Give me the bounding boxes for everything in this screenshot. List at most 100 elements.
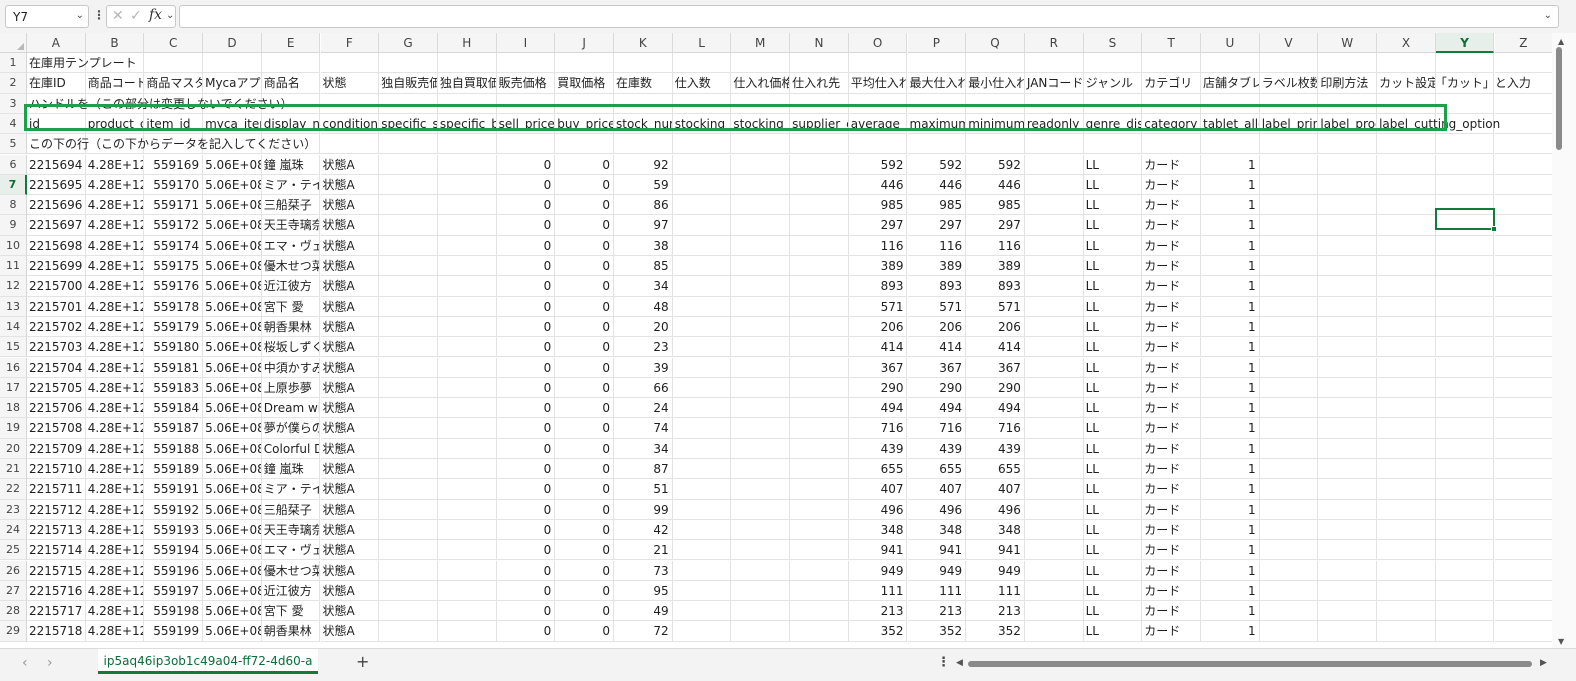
data-cell[interactable]: 0 [555,256,614,277]
data-cell[interactable]: 4.28E+12 [85,377,145,399]
data-cell[interactable]: 97 [614,215,673,236]
empty-cell[interactable] [1259,296,1319,317]
empty-cell[interactable] [731,195,791,216]
row-header-12[interactable]: 12 [0,276,27,297]
empty-cell[interactable] [672,215,732,236]
empty-cell[interactable] [790,276,849,297]
data-cell[interactable]: 559178 [144,296,204,317]
empty-cell[interactable] [1318,580,1378,602]
empty-cell[interactable] [731,479,791,500]
data-cell[interactable]: 206 [848,316,908,338]
data-cell[interactable]: 状態A [320,256,380,277]
empty-cell[interactable] [496,134,556,155]
empty-cell[interactable] [1494,276,1552,297]
data-cell[interactable]: 1 [1201,418,1260,439]
data-cell[interactable]: 0 [555,337,614,358]
empty-cell[interactable] [1259,215,1319,236]
data-cell[interactable]: 407 [907,479,967,500]
empty-cell[interactable] [1318,621,1378,642]
data-cell[interactable]: 92 [614,154,673,175]
data-cell[interactable]: カード [1142,540,1201,561]
data-cell[interactable]: 0 [496,560,556,581]
empty-cell[interactable] [1024,215,1084,236]
empty-cell[interactable] [1494,418,1552,439]
column-header-t[interactable]: T [1142,33,1201,53]
data-cell[interactable]: LL [1083,337,1143,358]
sheet-tab[interactable]: ip5aq46ip3ob1c49a04-ff72-4d60-a [98,649,318,674]
empty-cell[interactable] [437,134,497,155]
empty-cell[interactable] [1024,601,1084,622]
empty-cell[interactable] [379,174,438,196]
empty-cell[interactable] [790,601,849,622]
empty-cell[interactable] [1377,418,1436,439]
scroll-up-icon[interactable]: ▲ [1558,37,1564,46]
empty-cell[interactable] [437,53,497,74]
data-cell[interactable]: 1 [1201,519,1260,541]
empty-cell[interactable] [1494,94,1552,114]
empty-cell[interactable] [1377,93,1436,114]
data-cell[interactable]: 5.06E+08 [203,459,262,480]
data-cell[interactable]: カード [1142,316,1201,338]
column-header-w[interactable]: W [1318,33,1378,53]
data-cell[interactable]: 297 [966,215,1025,236]
empty-cell[interactable] [1259,540,1319,561]
column-header-u[interactable]: U [1201,33,1260,53]
data-cell[interactable]: ミア・テイラー [261,174,321,196]
data-cell[interactable]: 0 [496,215,556,236]
data-cell[interactable]: 4.28E+12 [85,195,145,216]
data-cell[interactable]: 2215713 [27,519,86,541]
empty-cell[interactable] [1259,418,1319,439]
data-cell[interactable]: 0 [555,215,614,236]
data-cell[interactable]: 24 [614,398,673,419]
data-cell[interactable]: LL [1083,499,1143,520]
data-cell[interactable]: 状態A [320,174,380,196]
row-header-7[interactable]: 7 [0,174,27,196]
field-name-cell[interactable]: stocking_v [731,113,791,135]
empty-cell[interactable] [1435,53,1495,74]
data-cell[interactable]: 571 [966,296,1025,317]
data-cell[interactable]: 0 [555,519,614,541]
column-header-j[interactable]: J [555,33,614,53]
data-cell[interactable]: 5.06E+08 [203,540,262,561]
empty-cell[interactable] [731,276,791,297]
empty-cell[interactable] [790,418,849,439]
data-cell[interactable]: 0 [496,256,556,277]
empty-cell[interactable] [1083,93,1143,114]
empty-cell[interactable] [672,93,732,114]
data-cell[interactable]: 5.06E+08 [203,174,262,196]
data-cell[interactable]: カード [1142,560,1201,581]
data-cell[interactable]: 116 [966,235,1025,256]
data-cell[interactable]: 状態A [320,215,380,236]
header-cell[interactable]: 最大仕入れ [907,73,967,94]
row-header-14[interactable]: 14 [0,316,27,338]
data-cell[interactable]: 74 [614,418,673,439]
empty-cell[interactable] [1024,621,1084,642]
empty-cell[interactable] [731,53,791,74]
data-cell[interactable]: 4.28E+12 [85,337,145,358]
empty-cell[interactable] [731,337,791,358]
column-header-m[interactable]: M [731,33,791,53]
header-cell[interactable]: カット設定 [1377,73,1436,94]
data-cell[interactable]: 389 [848,256,908,277]
empty-cell[interactable] [437,601,497,622]
empty-cell[interactable] [1435,337,1495,358]
empty-cell[interactable] [1377,174,1436,196]
row-header-11[interactable]: 11 [0,256,27,277]
data-cell[interactable]: 4.28E+12 [85,316,145,338]
data-cell[interactable]: 116 [848,235,908,256]
data-cell[interactable]: 上原歩夢 [261,377,321,399]
data-cell[interactable]: 2215698 [27,235,86,256]
data-cell[interactable]: カード [1142,459,1201,480]
header-cell[interactable]: 平均仕入れ [848,73,908,94]
empty-cell[interactable] [1024,459,1084,480]
empty-cell[interactable] [672,357,732,378]
data-cell[interactable]: 59 [614,174,673,196]
column-header-d[interactable]: D [203,33,262,53]
data-cell[interactable]: カード [1142,174,1201,196]
field-name-cell[interactable]: supplier_c [790,113,849,135]
data-cell[interactable]: カード [1142,235,1201,256]
row-header-21[interactable]: 21 [0,459,27,480]
data-cell[interactable]: 439 [907,438,967,459]
data-cell[interactable]: 559171 [144,195,204,216]
empty-cell[interactable] [437,560,497,581]
